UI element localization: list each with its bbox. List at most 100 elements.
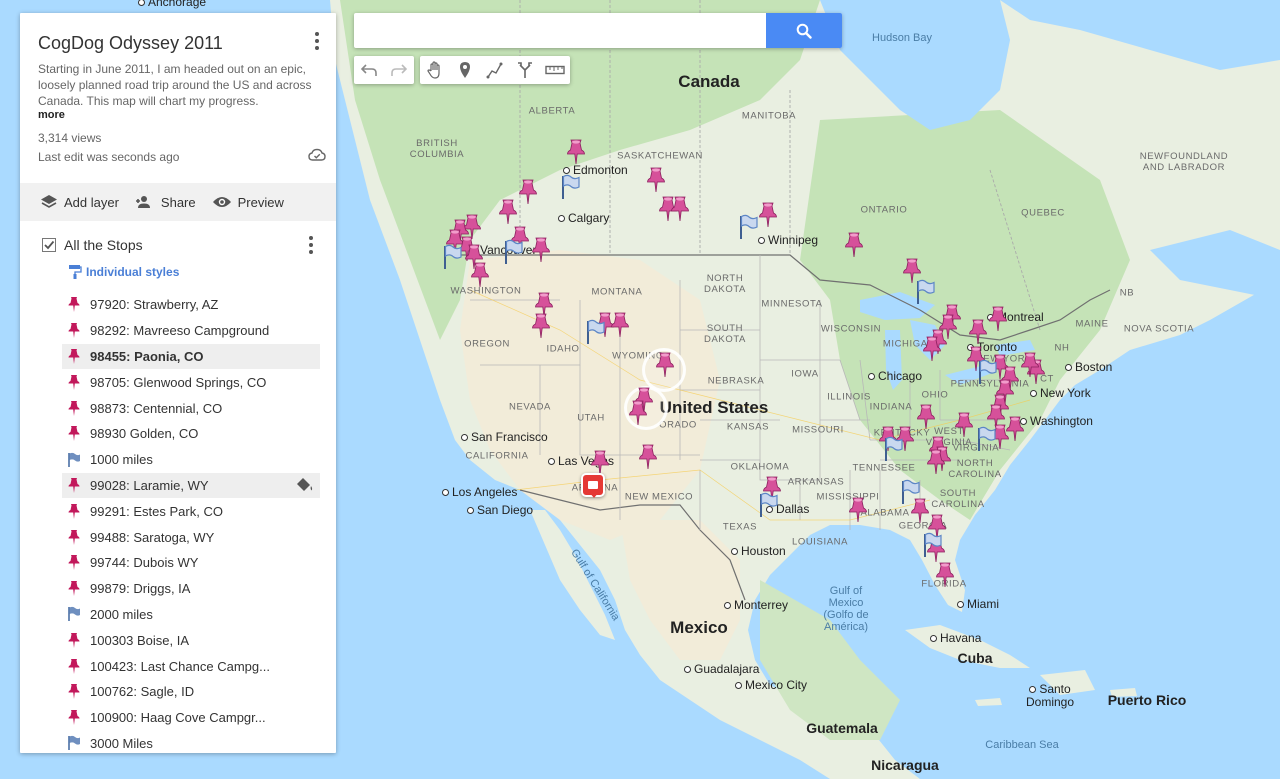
layer-item[interactable]: 1000 miles [62,447,320,473]
layer-style-link[interactable]: Individual styles [68,264,179,280]
layer-item[interactable]: 100900: Haag Cove Campgr... [62,705,320,731]
map-flag-marker[interactable] [976,426,996,452]
map-pushpin-marker[interactable] [989,306,1007,332]
more-link[interactable]: more [38,109,65,121]
map-pushpin-marker[interactable] [759,202,777,228]
map-pushpin-marker[interactable] [849,497,867,523]
style-bucket-icon[interactable] [296,477,314,496]
label-manitoba: MANITOBA [741,110,797,122]
rv-park-poi-marker[interactable] [581,473,605,498]
layer-item[interactable]: 99488: Saratoga, WY [62,524,320,550]
layer-options-menu-button[interactable] [303,235,319,255]
layer-item[interactable]: 2000 miles [62,602,320,628]
map-pushpin-marker[interactable] [519,179,537,205]
map-flag-marker[interactable] [503,239,523,265]
search-input[interactable] [354,13,766,48]
search-button[interactable] [766,13,842,48]
layer-item-label: 100303 Boise, IA [90,632,190,648]
label-south-dakota: SOUTH DAKOTA [704,323,746,345]
map-description[interactable]: Starting in June 2011, I am headed out o… [38,61,323,109]
map-flag-marker[interactable] [442,244,462,270]
map-pushpin-marker[interactable] [923,336,941,362]
map-pushpin-marker[interactable] [1021,352,1039,378]
layer-item[interactable]: 98455: Paonia, CO [62,343,320,370]
flag-icon [66,451,82,469]
map-pushpin-marker[interactable] [936,562,954,588]
map-pushpin-marker[interactable] [927,449,945,475]
layer-item[interactable]: 99291: Estes Park, CO [62,498,320,524]
map-options-menu-button[interactable] [309,31,325,51]
map-flag-marker[interactable] [922,532,942,558]
label-wisconsin: WISCONSIN [820,323,882,335]
map-flag-marker[interactable] [915,279,935,305]
share-button[interactable]: Share [135,195,196,210]
measure-button[interactable] [540,56,570,84]
map-flag-marker[interactable] [883,436,903,462]
layer-item-label: 97920: Strawberry, AZ [90,297,219,313]
map-pushpin-marker[interactable] [611,312,629,338]
label-idaho: IDAHO [546,343,580,355]
draw-line-icon [486,62,503,79]
map-pushpin-marker[interactable] [567,139,585,165]
layer-visibility-checkbox[interactable] [42,238,56,252]
add-directions-button[interactable] [510,56,540,84]
preview-button[interactable]: Preview [212,195,284,210]
label-newfoundland: NEWFOUNDLAND AND LABRADOR [1139,151,1229,173]
city-calgary: Calgary [558,211,609,225]
layer-item[interactable]: 100423: Last Chance Campg... [62,653,320,679]
select-tool-button[interactable] [420,56,450,84]
map-pushpin-marker[interactable] [532,237,550,263]
layer-item[interactable]: 98873: Centennial, CO [62,395,320,421]
layer-item[interactable]: 99879: Driggs, IA [62,576,320,602]
layer-item-label: 99879: Driggs, IA [90,581,191,597]
pushpin-icon [66,347,82,365]
map-flag-marker[interactable] [560,174,580,200]
map-pushpin-marker[interactable] [647,167,665,193]
label-mississippi: MISSISSIPPI [816,491,880,503]
undo-button[interactable] [354,56,384,84]
map-pushpin-marker[interactable] [917,404,935,430]
layer-item[interactable]: 99744: Dubois WY [62,550,320,576]
map-flag-marker[interactable] [738,214,758,240]
layer-item[interactable]: 98930 Golden, CO [62,421,320,447]
map-pushpin-marker[interactable] [656,352,674,378]
city-mexico-city: Mexico City [735,678,807,692]
map-pushpin-marker[interactable] [532,313,550,339]
map-flag-marker[interactable] [758,492,778,518]
add-marker-button[interactable] [450,56,480,84]
map-title[interactable]: CogDog Odyssey 2011 [38,33,223,54]
layer-item[interactable]: 99028: Laramie, WY [62,472,320,499]
label-california: CALIFORNIA [465,450,529,462]
map-pushpin-marker[interactable] [471,262,489,288]
map-pushpin-marker[interactable] [639,444,657,470]
map-pushpin-marker[interactable] [845,232,863,258]
label-indiana: INDIANA [869,401,913,413]
label-guatemala: Guatemala [806,720,878,736]
layer-item-label: 2000 miles [90,606,153,622]
label-louisiana: LOUISIANA [791,536,849,548]
layer-item[interactable]: 98705: Glenwood Springs, CO [62,369,320,395]
layer-title[interactable]: All the Stops [64,237,143,253]
hand-icon [427,61,440,79]
map-toolbar [354,56,570,84]
eye-icon [212,197,231,207]
label-caribbean-sea: Caribbean Sea [985,739,1059,751]
layer-item[interactable]: 98292: Mavreeso Campground [62,318,320,344]
map-pushpin-marker[interactable] [499,199,517,225]
label-missouri: MISSOURI [792,424,844,436]
redo-button[interactable] [384,56,414,84]
layer-item[interactable]: 100762: Sagle, ID [62,679,320,705]
add-layer-button[interactable]: Add layer [40,194,119,210]
map-flag-marker[interactable] [900,479,920,505]
map-pushpin-marker[interactable] [969,319,987,345]
map-pushpin-marker[interactable] [955,412,973,438]
layer-item[interactable]: 100303 Boise, IA [62,627,320,653]
map-flag-marker[interactable] [585,319,605,345]
layer-item[interactable]: 97920: Strawberry, AZ [62,292,320,318]
map-flag-marker[interactable] [977,359,997,385]
preview-label: Preview [237,194,284,210]
layer-item[interactable]: 3000 Miles [62,731,320,753]
draw-line-button[interactable] [480,56,510,84]
map-pushpin-marker[interactable] [629,400,647,426]
map-pushpin-marker[interactable] [671,196,689,222]
